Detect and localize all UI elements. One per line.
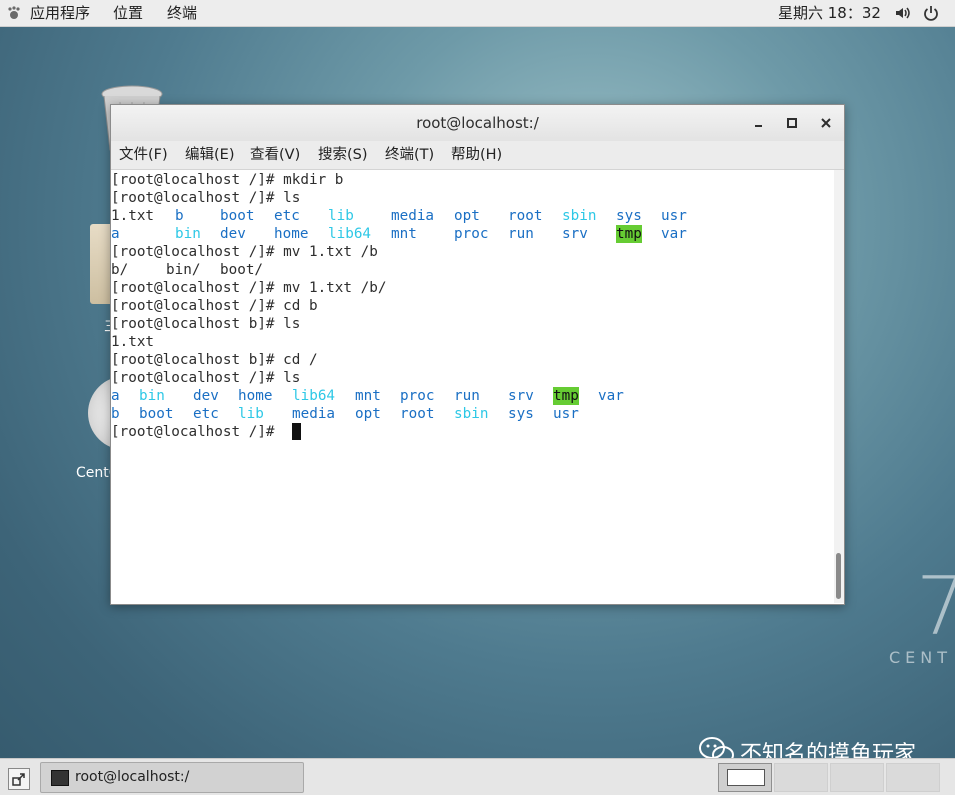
terminal-text: var xyxy=(661,226,687,242)
terminal-text: sbin xyxy=(454,406,489,422)
terminal-text: lib64 xyxy=(328,226,372,242)
terminal-text: run xyxy=(508,226,534,242)
text-cursor xyxy=(292,423,301,440)
terminal-text: dev xyxy=(220,226,246,242)
terminal-text: run xyxy=(454,388,480,404)
taskbar-item-label: root@localhost:/ xyxy=(75,769,190,785)
terminal-text: etc xyxy=(193,406,219,422)
bottom-panel: root@localhost:/ xyxy=(0,758,955,795)
workspace-2[interactable] xyxy=(774,763,828,792)
terminal-text: media xyxy=(292,406,336,422)
terminal-text: b xyxy=(111,406,120,422)
maximize-button[interactable] xyxy=(783,114,801,132)
applications-menu[interactable]: 应用程序 xyxy=(30,0,90,26)
scrollbar-track[interactable] xyxy=(834,170,844,603)
terminal-text: a xyxy=(111,226,120,242)
menu-view[interactable]: 查看(V) xyxy=(250,141,300,169)
terminal-text: tmp xyxy=(616,225,642,243)
clock[interactable]: 星期六 18：32 xyxy=(778,0,881,26)
terminal-text: boot/ xyxy=(220,262,264,278)
terminal-text: [root@localhost /]# ls xyxy=(111,190,301,206)
terminal-text: 1.txt xyxy=(111,208,155,224)
terminal-text: [root@localhost /]# xyxy=(111,424,284,440)
power-icon[interactable] xyxy=(922,4,940,22)
terminal-text: [root@localhost /]# mkdir b xyxy=(111,172,344,188)
terminal-text: etc xyxy=(274,208,300,224)
terminal-text: [root@localhost /]# mv 1.txt /b/ xyxy=(111,280,387,296)
terminal-icon xyxy=(51,770,69,786)
terminal-app-menu[interactable]: 终端 xyxy=(167,0,197,26)
terminal-text: [root@localhost /]# cd b xyxy=(111,298,318,314)
terminal-text: srv xyxy=(508,388,534,404)
terminal-text: b xyxy=(175,208,184,224)
places-menu[interactable]: 位置 xyxy=(113,0,143,26)
terminal-window[interactable]: root@localhost:/ 文件(F) 编辑(E) 查看(V) 搜索(S)… xyxy=(110,104,845,605)
terminal-text: sys xyxy=(616,208,642,224)
terminal-text: root xyxy=(508,208,543,224)
terminal-text: tmp xyxy=(553,387,579,405)
centos-logo-word: CENT xyxy=(889,648,953,667)
window-title: root@localhost:/ xyxy=(416,114,539,132)
terminal-text: media xyxy=(391,208,435,224)
terminal-text: [root@localhost /]# ls xyxy=(111,370,301,386)
gnome-foot-icon xyxy=(8,6,20,19)
terminal-text: lib xyxy=(238,406,264,422)
terminal-text: boot xyxy=(139,406,174,422)
close-button[interactable] xyxy=(817,114,835,132)
centos-logo-number: 7 xyxy=(916,560,955,653)
terminal-text: home xyxy=(238,388,273,404)
taskbar-item-terminal[interactable]: root@localhost:/ xyxy=(40,762,304,793)
terminal-text: [root@localhost /]# mv 1.txt /b xyxy=(111,244,378,260)
terminal-text: mnt xyxy=(391,226,417,242)
menu-file[interactable]: 文件(F) xyxy=(119,141,168,169)
terminal-text: bin/ xyxy=(166,262,201,278)
top-panel: 应用程序 位置 终端 星期六 18：32 xyxy=(0,0,955,27)
terminal-text: lib xyxy=(328,208,354,224)
terminal-text: b/ xyxy=(111,262,129,278)
terminal-text: boot xyxy=(220,208,255,224)
show-desktop-button[interactable] xyxy=(8,768,30,790)
maximize-icon xyxy=(787,118,797,128)
terminal-text: proc xyxy=(454,226,489,242)
menu-search[interactable]: 搜索(S) xyxy=(318,141,368,169)
terminal-text: [root@localhost b]# ls xyxy=(111,316,301,332)
volume-icon[interactable] xyxy=(894,4,912,22)
workspace-1[interactable] xyxy=(718,763,772,792)
workspace-3[interactable] xyxy=(830,763,884,792)
terminal-text: opt xyxy=(454,208,480,224)
close-icon xyxy=(821,118,831,128)
terminal-text: usr xyxy=(661,208,687,224)
terminal-text: opt xyxy=(355,406,381,422)
terminal-text: [root@localhost b]# cd / xyxy=(111,352,318,368)
menu-help[interactable]: 帮助(H) xyxy=(451,141,502,169)
terminal-menubar: 文件(F) 编辑(E) 查看(V) 搜索(S) 终端(T) 帮助(H) xyxy=(111,141,844,170)
terminal-text: dev xyxy=(193,388,219,404)
show-desktop-icon xyxy=(12,773,25,786)
terminal-text: root xyxy=(400,406,435,422)
terminal-text: a xyxy=(111,388,120,404)
menu-edit[interactable]: 编辑(E) xyxy=(185,141,234,169)
workspace-4[interactable] xyxy=(886,763,940,792)
terminal-text: usr xyxy=(553,406,579,422)
terminal-text: home xyxy=(274,226,309,242)
minimize-icon xyxy=(755,125,762,127)
terminal-text: proc xyxy=(400,388,435,404)
terminal-output[interactable]: [root@localhost /]# mkdir b [root@localho… xyxy=(111,170,834,603)
terminal-text: srv xyxy=(562,226,588,242)
terminal-text: bin xyxy=(139,388,165,404)
terminal-text: var xyxy=(598,388,624,404)
scrollbar-thumb[interactable] xyxy=(836,553,841,599)
menu-terminal[interactable]: 终端(T) xyxy=(385,141,434,169)
terminal-text: mnt xyxy=(355,388,381,404)
terminal-text: lib64 xyxy=(292,388,336,404)
terminal-text: sbin xyxy=(562,208,597,224)
minimize-button[interactable] xyxy=(750,114,768,132)
terminal-text: bin xyxy=(175,226,201,242)
terminal-text: sys xyxy=(508,406,534,422)
terminal-text: 1.txt xyxy=(111,334,155,350)
window-titlebar[interactable]: root@localhost:/ xyxy=(111,105,844,142)
